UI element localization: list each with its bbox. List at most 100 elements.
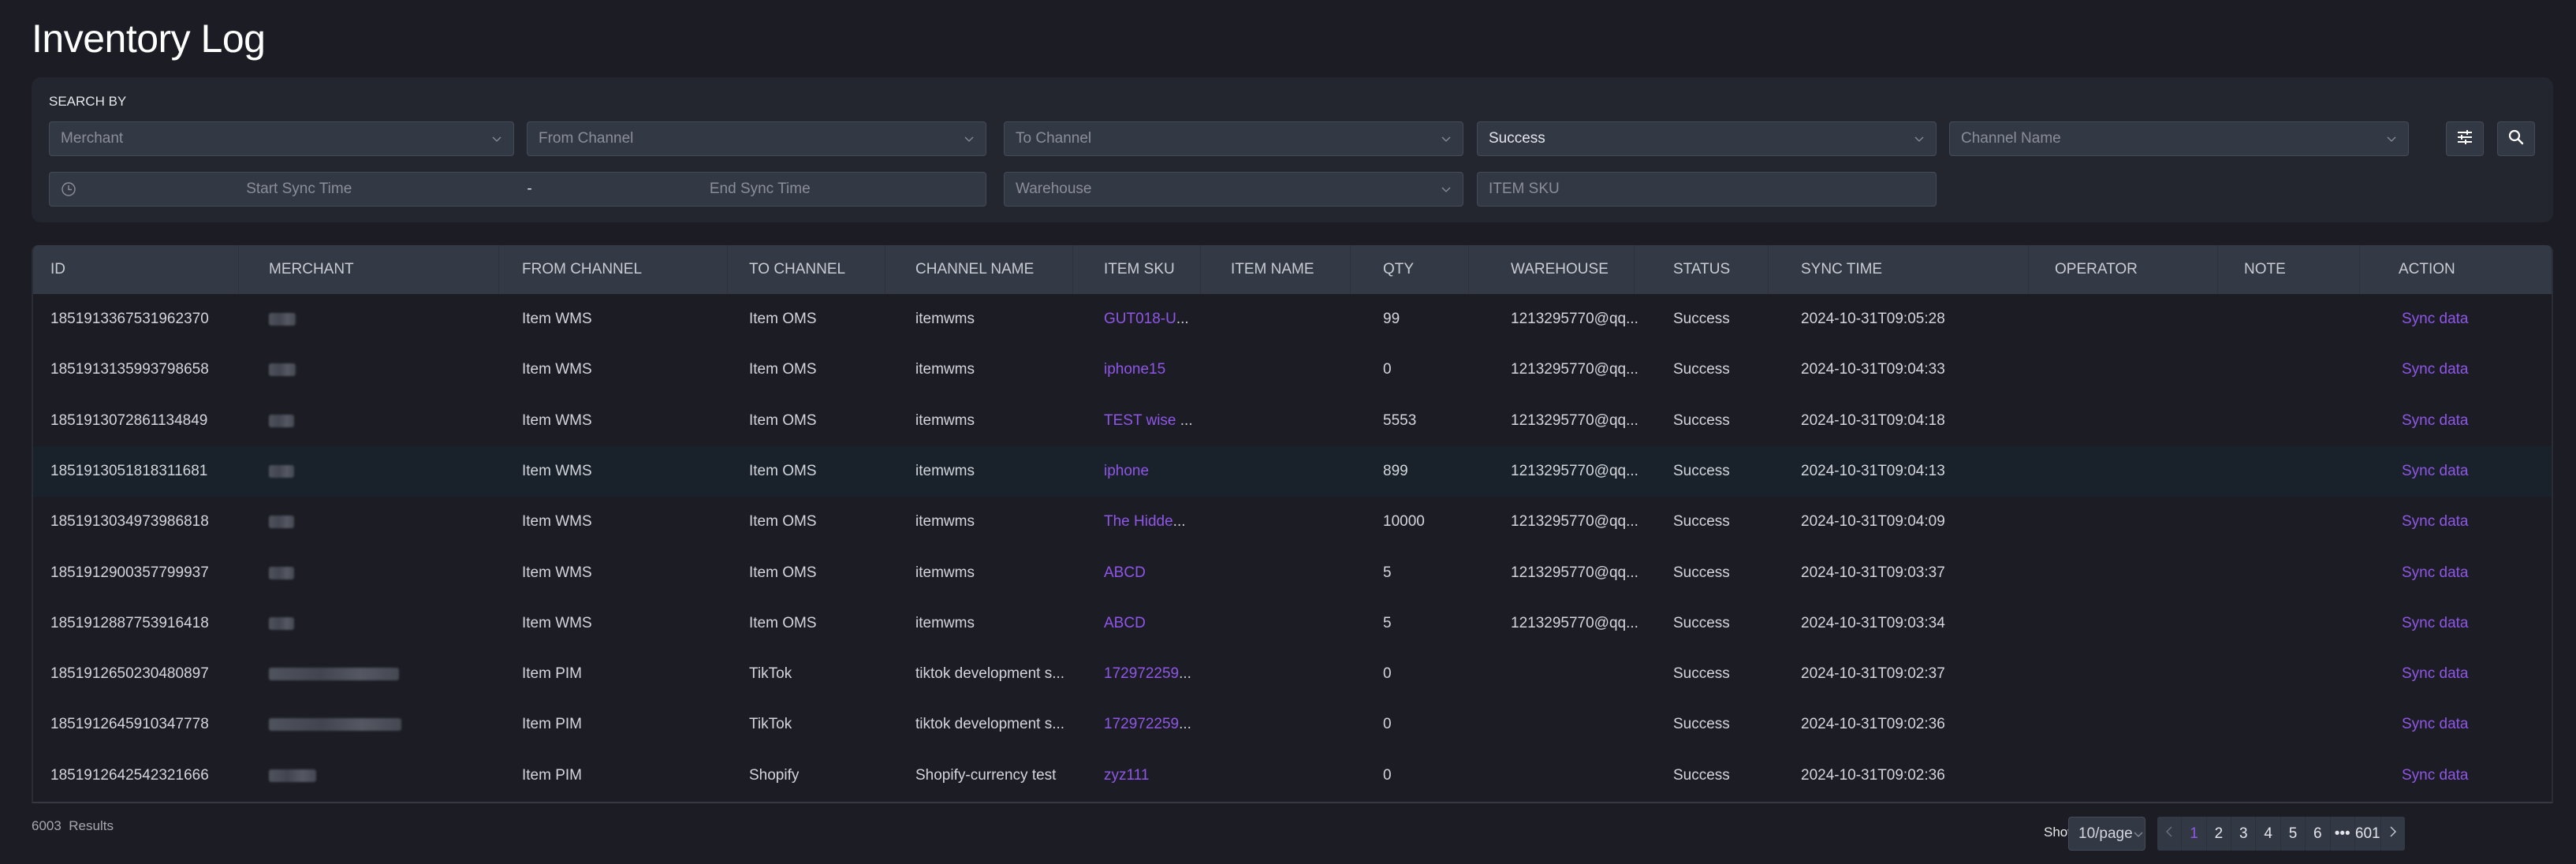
item-sku-cell[interactable]: The Hidde... xyxy=(1104,497,1186,547)
sync-time-cell: 2024-10-31T09:02:37 xyxy=(1801,665,1945,683)
status-cell: Success xyxy=(1673,564,1730,581)
sync-time-cell: 2024-10-31T09:03:37 xyxy=(1801,564,1945,581)
table-row[interactable]: 1851912642542321666 Item PIM Shopify Shopif… xyxy=(33,750,2552,801)
item-sku-link[interactable]: TEST wise xyxy=(1104,412,1180,429)
item-sku-cell[interactable]: iphone15 xyxy=(1104,344,1165,395)
item-sku-input[interactable]: ITEM SKU xyxy=(1477,172,1937,207)
chevron-down-icon xyxy=(1441,133,1452,144)
item-sku-cell[interactable]: 172972259... xyxy=(1104,649,1191,699)
action-cell[interactable]: Sync data xyxy=(2402,649,2469,699)
column-header-item-sku[interactable]: ITEM SKU xyxy=(1104,245,1175,294)
page-size-select[interactable]: 10/page xyxy=(2068,817,2145,851)
id-cell: 1851913367531962370 xyxy=(50,311,209,327)
column-header-warehouse[interactable]: WAREHOUSE xyxy=(1511,245,1609,294)
column-header-note[interactable]: NOTE xyxy=(2244,245,2286,294)
column-divider xyxy=(498,245,499,294)
to-channel-select[interactable]: To Channel xyxy=(1004,121,1463,156)
to-channel-cell: Item OMS xyxy=(749,614,817,631)
page-6[interactable]: 6 xyxy=(2306,817,2331,851)
column-header-qty[interactable]: QTY xyxy=(1383,245,1414,294)
column-header-operator[interactable]: OPERATOR xyxy=(2055,245,2138,294)
end-sync-time-input[interactable]: End Sync Time xyxy=(546,181,975,198)
action-cell[interactable]: Sync data xyxy=(2402,396,2469,446)
page-4[interactable]: 4 xyxy=(2256,817,2281,851)
action-cell[interactable]: Sync data xyxy=(2402,344,2469,395)
channel-name-select[interactable]: Channel Name xyxy=(1949,121,2409,156)
action-cell[interactable]: Sync data xyxy=(2402,446,2469,497)
id-cell: 1851912887753916418 xyxy=(50,614,209,631)
column-header-from-channel[interactable]: FROM CHANNEL xyxy=(522,245,642,294)
action-cell[interactable]: Sync data xyxy=(2402,699,2469,750)
warehouse-select[interactable]: Warehouse xyxy=(1004,172,1463,207)
page-5[interactable]: 5 xyxy=(2281,817,2306,851)
sync-time-range-picker[interactable]: Start Sync Time - End Sync Time xyxy=(49,172,986,207)
item-sku-link[interactable]: 172972259 xyxy=(1104,716,1179,732)
truncation-ellipsis: ... xyxy=(1180,412,1193,429)
column-header-to-channel[interactable]: TO CHANNEL xyxy=(749,245,845,294)
page-601[interactable]: 601 xyxy=(2355,817,2381,851)
page-3[interactable]: 3 xyxy=(2231,817,2257,851)
qty-cell: 99 xyxy=(1383,311,1400,327)
table-row[interactable]: 1851913034973986818 Item WMS Item OMS itemw… xyxy=(33,497,2552,547)
column-header-item-name[interactable]: ITEM NAME xyxy=(1231,245,1314,294)
sync-time-cell: 2024-10-31T09:04:33 xyxy=(1801,361,1945,378)
search-button[interactable] xyxy=(2497,121,2535,156)
action-cell[interactable]: Sync data xyxy=(2402,750,2469,801)
column-header-sync-time[interactable]: SYNC TIME xyxy=(1801,245,1882,294)
results-label: Results xyxy=(69,818,114,833)
filter-button[interactable] xyxy=(2446,121,2484,156)
to-channel-placeholder: To Channel xyxy=(1016,130,1092,147)
column-divider xyxy=(238,245,239,294)
column-header-id[interactable]: ID xyxy=(50,245,65,294)
item-sku-cell[interactable]: iphone xyxy=(1104,446,1149,497)
item-sku-cell[interactable]: 172972259... xyxy=(1104,699,1191,750)
merchant-select[interactable]: Merchant xyxy=(49,121,514,156)
item-sku-cell[interactable]: TEST wise ... xyxy=(1104,396,1193,446)
item-sku-link[interactable]: ABCD xyxy=(1104,564,1146,581)
item-sku-link[interactable]: 172972259 xyxy=(1104,665,1179,682)
status-cell: Success xyxy=(1673,766,1730,784)
column-header-status[interactable]: STATUS xyxy=(1673,245,1730,294)
item-sku-link[interactable]: iphone15 xyxy=(1104,361,1165,378)
chevron-down-icon xyxy=(1441,184,1452,195)
item-sku-link[interactable]: GUT018-U xyxy=(1104,311,1176,327)
table-row[interactable]: 1851912900357799937 Item WMS Item OMS itemw… xyxy=(33,548,2552,598)
column-header-merchant[interactable]: MERCHANT xyxy=(269,245,354,294)
action-cell[interactable]: Sync data xyxy=(2402,497,2469,547)
to-channel-cell: Item OMS xyxy=(749,412,817,429)
table-row[interactable]: 1851913051818311681 Item WMS Item OMS itemw… xyxy=(33,445,2552,497)
page-1[interactable]: 1 xyxy=(2182,817,2207,851)
action-cell[interactable]: Sync data xyxy=(2402,598,2469,649)
table-row[interactable]: 1851912645910347778 Item PIM TikTok tiktok … xyxy=(33,699,2552,750)
item-sku-cell[interactable]: GUT018-U... xyxy=(1104,294,1189,344)
status-select[interactable]: Success xyxy=(1477,121,1937,156)
start-sync-time-input[interactable]: Start Sync Time xyxy=(84,181,514,198)
item-sku-link[interactable]: iphone xyxy=(1104,463,1149,479)
item-sku-cell[interactable]: ABCD xyxy=(1104,548,1146,598)
action-cell[interactable]: Sync data xyxy=(2402,548,2469,598)
table-row[interactable]: 1851913367531962370 Item WMS Item OMS itemw… xyxy=(33,294,2552,344)
page-2[interactable]: 2 xyxy=(2207,817,2232,851)
from-channel-select[interactable]: From Channel xyxy=(527,121,986,156)
item-sku-link[interactable]: The Hidde xyxy=(1104,513,1173,530)
column-header-action[interactable]: ACTION xyxy=(2399,245,2455,294)
prev-page-button[interactable] xyxy=(2157,817,2183,851)
column-header-channel-name[interactable]: CHANNEL NAME xyxy=(915,245,1034,294)
next-page-button[interactable] xyxy=(2381,817,2405,851)
item-sku-link[interactable]: zyz111 xyxy=(1104,767,1149,784)
results-number: 6003 xyxy=(32,818,62,833)
merchant-cell-redacted xyxy=(269,668,399,681)
item-sku-link[interactable]: ABCD xyxy=(1104,615,1146,631)
table-row[interactable]: 1851912887753916418 Item WMS Item OMS itemw… xyxy=(33,598,2552,649)
id-cell: 1851912645910347778 xyxy=(50,716,209,733)
table-row[interactable]: 1851913072861134849 Item WMS Item OMS itemw… xyxy=(33,396,2552,446)
qty-cell: 0 xyxy=(1383,716,1392,733)
table-row[interactable]: 1851912650230480897 Item PIM TikTok tiktok … xyxy=(33,649,2552,699)
table-row[interactable]: 1851913135993798658 Item WMS Item OMS itemw… xyxy=(33,344,2552,395)
status-cell: Success xyxy=(1673,513,1730,531)
item-sku-cell[interactable]: zyz111 xyxy=(1104,750,1149,801)
action-cell[interactable]: Sync data xyxy=(2402,294,2469,344)
merchant-cell-redacted xyxy=(269,363,296,377)
item-sku-cell[interactable]: ABCD xyxy=(1104,598,1146,649)
pagination-ellipsis[interactable]: ••• xyxy=(2331,817,2355,851)
